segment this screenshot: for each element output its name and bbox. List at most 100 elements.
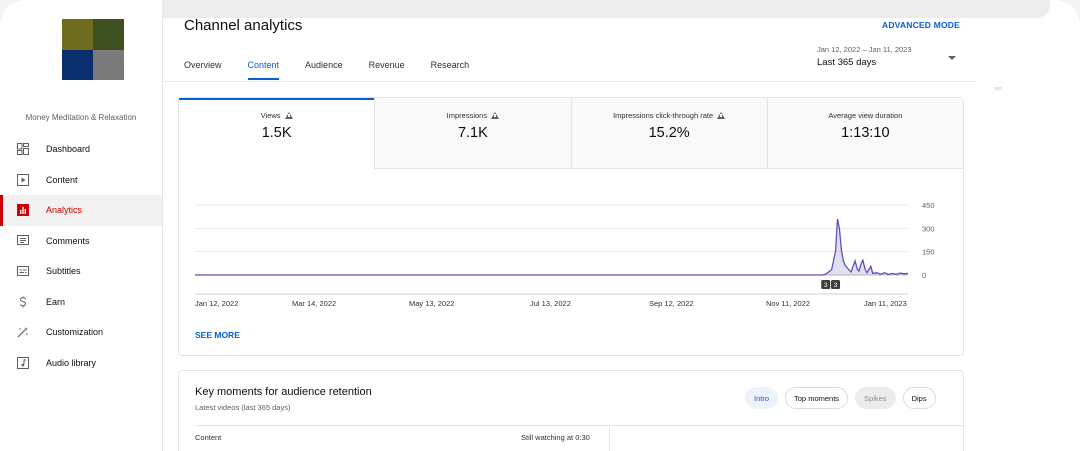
y-tick-label: 300 [922,224,935,233]
metric-label: Views [179,111,374,120]
studio-window: Money Meditation & Relaxation Dashboard … [0,0,1080,451]
metrics-card: Views 1.5K Impressions 7.1K Impressions … [178,97,964,356]
channel-avatar[interactable] [62,19,124,80]
chip-intro[interactable]: Intro [745,387,779,409]
content-icon [17,173,29,186]
x-tick-label: Sep 12, 2022 [649,299,694,308]
tabs-divider [162,81,975,82]
x-tick-label: Jul 13, 2022 [530,299,571,308]
table-divider [195,425,963,426]
sidebar: Money Meditation & Relaxation Dashboard … [0,0,163,451]
scroll-handle [994,87,1002,90]
metric-tabs: Views 1.5K Impressions 7.1K Impressions … [179,98,963,169]
metric-label-text: Views [260,111,281,120]
metric-label: Average view duration [768,111,963,120]
annotation-marker: 3 [821,280,831,289]
date-range-caption[interactable]: Jan 12, 2022 – Jan 11, 2023 [817,45,912,54]
sidebar-item-label: Customization [46,327,104,338]
metric-value: 1.5K [261,125,292,141]
annotation-label: 3 [824,282,828,289]
warning-icon [284,112,293,119]
metric-label-text: Impressions click-through rate [613,111,714,120]
key-moments-title: Key moments for audience retention [195,386,372,398]
chart-annotations: 33 [821,280,841,289]
metric-label: Impressions click-through rate [572,111,767,120]
key-moments-chips: Intro Top moments Spikes Dips [745,387,936,409]
tab-overview[interactable]: Overview [184,60,222,80]
subtitles-icon [17,265,29,277]
y-tick-label: 450 [922,201,935,210]
tab-content[interactable]: Content [247,60,279,80]
analytics-tabs: Overview Content Audience Revenue Resear… [184,60,495,80]
sidebar-item-earn[interactable]: Earn [0,287,162,318]
warning-icon [717,112,726,119]
sidebar-item-label: Earn [46,296,66,307]
column-divider [609,425,610,451]
top-strip [30,0,1050,18]
annotation-label: 3 [834,282,838,289]
series-area [195,219,908,275]
metric-value: 7.1K [457,125,488,141]
analytics-icon [17,204,29,217]
sidebar-item-subtitles[interactable]: Subtitles [0,256,162,287]
chip-top-moments[interactable]: Top moments [785,387,849,409]
metric-label-text: Average view duration [828,111,903,120]
avatar-tile [93,49,124,80]
warning-icon [491,112,500,119]
metric-avg-view-duration[interactable]: Average view duration 1:13:10 [767,98,963,169]
date-range-selector[interactable]: Last 365 days [817,57,876,68]
metric-views[interactable]: Views 1.5K [179,98,376,169]
y-tick-label: 150 [922,248,935,257]
customization-icon [17,326,29,338]
x-tick-label: Jan 11, 2023 [864,299,907,308]
tab-revenue[interactable]: Revenue [369,60,405,80]
dashboard-icon [17,143,29,156]
column-header-still-watching[interactable]: Still watching at 0:30 [521,433,590,442]
views-chart[interactable]: 450 300 150 0 Jan 12, 2022 Mar 14, 2022 May 1… [179,188,963,308]
tab-audience[interactable]: Audience [305,60,343,80]
sidebar-nav: Dashboard Content Analytics Comments Sub… [0,134,162,378]
y-axis-ticks: 450 300 150 0 [922,201,935,280]
sidebar-item-label: Content [46,174,78,185]
x-axis-ticks: Jan 12, 2022 Mar 14, 2022 May 13, 2022 Jul … [195,299,907,308]
sidebar-item-customization[interactable]: Customization [0,317,162,348]
page-title: Channel analytics [184,17,303,34]
chart-grid [195,204,908,295]
sidebar-item-label: Subtitles [46,266,81,277]
chip-spikes: Spikes [855,387,896,409]
sidebar-item-label: Comments [46,235,90,246]
chevron-down-icon[interactable] [948,56,956,60]
column-header-content[interactable]: Content [195,433,221,442]
channel-name: Money Meditation & Relaxation [25,113,137,122]
x-tick-label: Nov 11, 2022 [766,299,810,308]
series-line [195,218,909,276]
x-tick-label: Jan 12, 2022 [195,299,238,308]
metric-label-text: Impressions [446,111,488,120]
see-more-link[interactable]: SEE MORE [195,330,240,340]
x-tick-label: May 13, 2022 [409,299,454,308]
metric-ctr[interactable]: Impressions click-through rate 15.2% [571,98,768,169]
sidebar-item-label: Analytics [46,205,83,216]
earn-icon [17,296,29,308]
metric-impressions[interactable]: Impressions 7.1K [375,98,572,169]
tab-research[interactable]: Research [431,60,470,80]
avatar-tile [62,19,93,50]
sidebar-item-comments[interactable]: Comments [0,226,162,257]
metric-value: 1:13:10 [841,125,890,141]
x-tick-label: Mar 14, 2022 [292,299,336,308]
audio-library-icon [17,356,29,369]
comments-icon [17,234,29,247]
avatar-tile [62,49,93,80]
sidebar-item-dashboard[interactable]: Dashboard [0,134,162,165]
key-moments-subtitle: Latest videos (last 365 days) [195,403,291,412]
metric-value: 15.2% [648,125,690,141]
sidebar-item-analytics[interactable]: Analytics [0,195,162,226]
chip-dips[interactable]: Dips [902,387,936,409]
sidebar-item-label: Audio library [46,357,97,368]
sidebar-item-content[interactable]: Content [0,165,162,196]
key-moments-card: Key moments for audience retention Lates… [178,370,964,451]
avatar-tile [93,19,124,50]
advanced-mode-button[interactable]: ADVANCED MODE [882,20,960,30]
sidebar-item-audio-library[interactable]: Audio library [0,348,162,379]
annotation-marker: 3 [831,280,841,289]
